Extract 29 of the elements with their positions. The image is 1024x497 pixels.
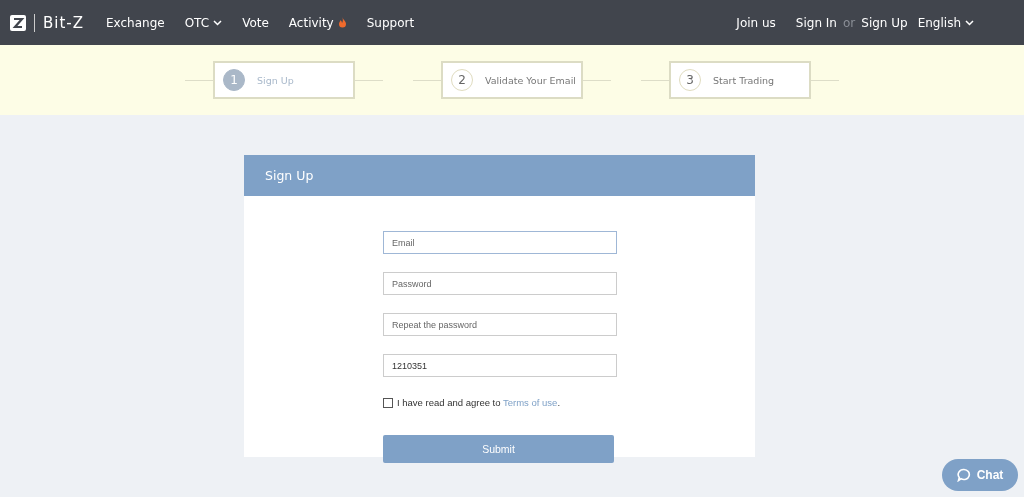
chevron-down-icon: [965, 19, 974, 26]
or-text: or: [843, 15, 856, 30]
brand-name: Bit-Z: [34, 13, 85, 32]
nav-link[interactable]: Activity: [288, 15, 347, 30]
nav-link[interactable]: OTC: [184, 15, 223, 30]
nav-link[interactable]: Support: [366, 15, 415, 30]
nav-link[interactable]: Exchange: [106, 15, 165, 30]
input-field[interactable]: 1210351: [383, 354, 617, 377]
step-number: 2: [451, 69, 473, 91]
input-field[interactable]: Email: [383, 231, 617, 254]
join-link[interactable]: Join us: [736, 15, 776, 30]
step-label: Sign Up: [257, 74, 294, 86]
input-field[interactable]: Repeat the password: [383, 313, 617, 336]
sign-up-link[interactable]: Sign Up: [861, 15, 908, 30]
input-field[interactable]: Password: [383, 272, 617, 295]
step-label: Validate Your Email: [485, 74, 576, 86]
nav-link[interactable]: Vote: [242, 15, 269, 30]
language-select[interactable]: English: [917, 15, 974, 30]
agree-text: I have read and agree to Terms of use.: [397, 397, 561, 408]
sign-in-link[interactable]: Sign In: [795, 15, 837, 30]
flame-icon: [337, 17, 347, 28]
step-number: 3: [679, 69, 701, 91]
card-title: Sign Up: [244, 155, 755, 196]
checkbox[interactable]: [383, 397, 393, 408]
chevron-down-icon: [213, 19, 223, 26]
step-label: Start Trading: [713, 74, 775, 86]
logo-icon: [10, 14, 26, 31]
step-number: 1: [223, 69, 245, 91]
chat-bubble-icon: [956, 468, 971, 482]
